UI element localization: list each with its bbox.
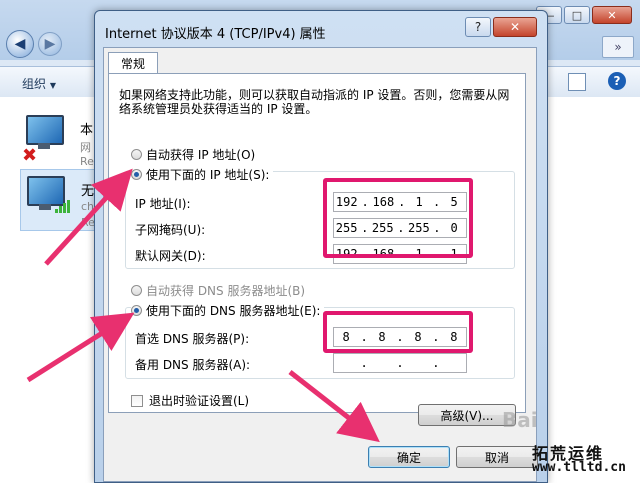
arrow-to-ip-option — [44, 168, 133, 266]
watermark-url: www.tlltd.cn — [532, 460, 626, 475]
baidu-watermark-logo: Bai — [502, 408, 538, 432]
arrow-to-ok-button — [288, 370, 380, 443]
annotation-arrows — [26, 168, 380, 443]
arrow-to-dns-option — [26, 312, 135, 383]
